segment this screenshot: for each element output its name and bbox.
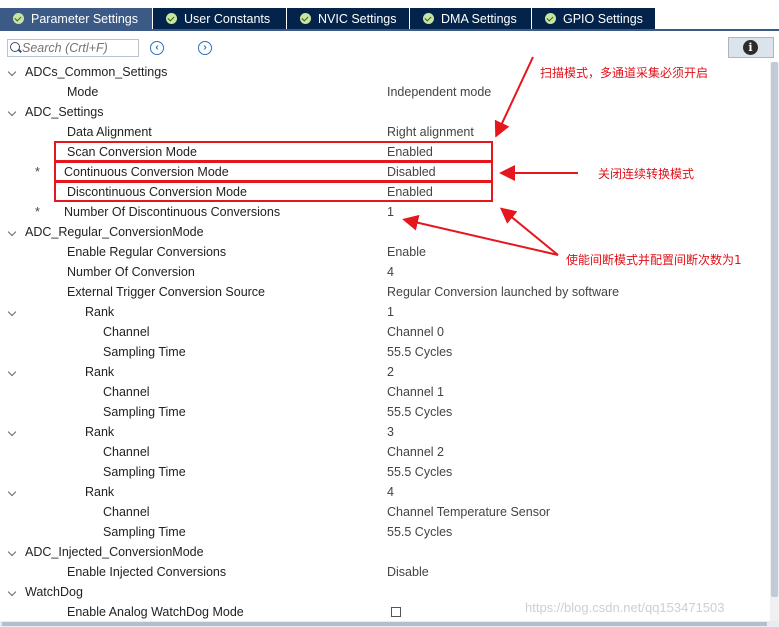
annotation-discontinuous-note: 使能间断模式并配置间断次数为1 — [566, 253, 742, 267]
annotation-scan-note: 扫描模式，多通道采集必须开启 — [540, 66, 709, 80]
watermark: https://blog.csdn.net/qq153471503 — [525, 600, 725, 615]
annotation-arrows — [402, 56, 578, 256]
arrow-scan — [494, 56, 534, 138]
annotation-continuous-note: 关闭连续转换模式 — [598, 167, 695, 181]
